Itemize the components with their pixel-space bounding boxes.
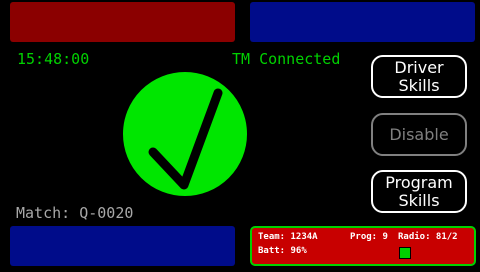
match-label: Match: Q-0020 xyxy=(16,204,134,222)
program-skills-button[interactable]: Program Skills xyxy=(371,170,467,213)
tm-connection-status: TM Connected xyxy=(232,50,341,68)
checkmark-icon xyxy=(120,69,250,199)
radio-status: Radio: 81/2 xyxy=(398,232,458,242)
driver-skills-button[interactable]: Driver Skills xyxy=(371,55,467,98)
red-alliance-panel xyxy=(10,2,235,42)
disable-button[interactable]: Disable xyxy=(371,113,467,156)
clock-display: 15:48:00 xyxy=(17,50,90,68)
status-led-icon xyxy=(399,247,411,259)
program-slot: Prog: 9 xyxy=(350,232,388,242)
battery-level: Batt: 96% xyxy=(258,246,307,256)
blue-alliance-bottom-panel xyxy=(10,226,235,266)
blue-alliance-panel xyxy=(250,2,475,42)
team-number: Team: 1234A xyxy=(258,232,318,242)
robot-status-box: Team: 1234A Prog: 9 Radio: 81/2 Batt: 96… xyxy=(250,226,476,266)
